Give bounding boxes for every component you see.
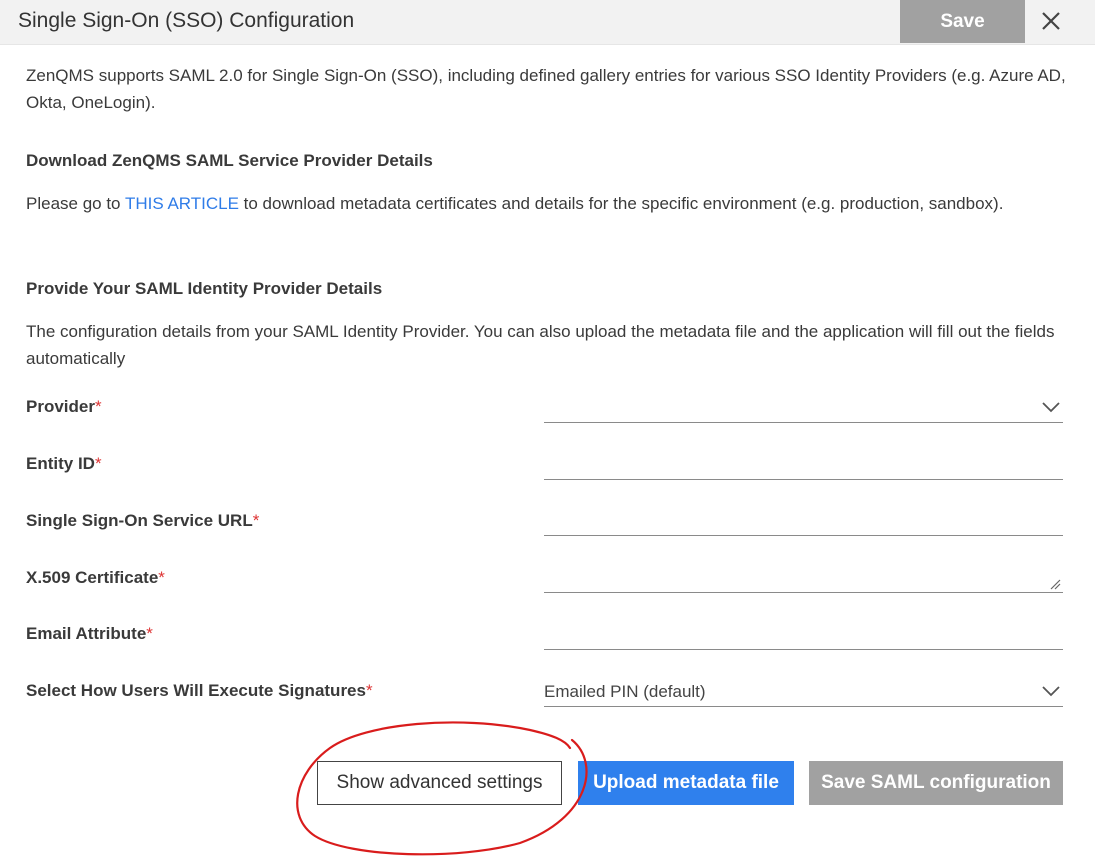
email-attribute-input[interactable] [544, 621, 1063, 650]
download-text-after: to download metadata certificates and de… [238, 194, 1004, 213]
certificate-label-text: X.509 Certificate [26, 568, 159, 587]
required-mark: * [365, 681, 373, 700]
save-button[interactable]: Save [900, 0, 1025, 43]
this-article-link[interactable]: THIS ARTICLE [125, 194, 239, 213]
chevron-down-icon [1042, 402, 1060, 413]
signatures-value: Emailed PIN (default) [544, 682, 706, 701]
sso-url-label: Single Sign-On Service URL* [26, 511, 259, 531]
modal-header: Single Sign-On (SSO) Configuration Save [0, 0, 1095, 45]
sso-url-label-text: Single Sign-On Service URL [26, 511, 253, 530]
upload-metadata-button[interactable]: Upload metadata file [578, 761, 794, 805]
signatures-select[interactable]: Emailed PIN (default) [544, 678, 1063, 707]
chevron-down-icon [1042, 686, 1060, 697]
required-mark: * [146, 624, 153, 643]
provide-text: The configuration details from your SAML… [26, 322, 1055, 368]
entity-id-label: Entity ID* [26, 454, 102, 474]
entity-id-input[interactable] [544, 451, 1063, 480]
certificate-label: X.509 Certificate* [26, 568, 165, 588]
required-mark: * [94, 397, 102, 416]
sso-url-input[interactable] [544, 507, 1063, 536]
email-attribute-label: Email Attribute* [26, 624, 153, 644]
required-mark: * [94, 454, 102, 473]
provider-label: Provider* [26, 397, 102, 417]
provide-heading: Provide Your SAML Identity Provider Deta… [26, 279, 383, 298]
required-mark: * [158, 568, 165, 587]
signatures-label: Select How Users Will Execute Signatures… [26, 681, 373, 701]
download-text-before: Please go to [26, 194, 125, 213]
entity-id-label-text: Entity ID [26, 454, 95, 473]
resize-handle-icon[interactable] [1049, 578, 1061, 590]
show-advanced-settings-button[interactable]: Show advanced settings [317, 761, 562, 805]
modal-title: Single Sign-On (SSO) Configuration [18, 9, 355, 32]
email-attribute-label-text: Email Attribute [26, 624, 147, 643]
intro-text: ZenQMS supports SAML 2.0 for Single Sign… [26, 66, 1066, 112]
download-text: Please go to THIS ARTICLE to download me… [26, 190, 1066, 217]
save-saml-configuration-button[interactable]: Save SAML configuration [809, 761, 1063, 805]
provider-label-text: Provider [26, 397, 95, 416]
close-icon[interactable] [1038, 8, 1064, 34]
required-mark: * [252, 511, 260, 530]
certificate-textarea[interactable] [544, 564, 1063, 593]
provider-select[interactable] [544, 394, 1063, 423]
signatures-label-text: Select How Users Will Execute Signatures [26, 681, 366, 700]
download-heading: Download ZenQMS SAML Service Provider De… [26, 151, 433, 170]
